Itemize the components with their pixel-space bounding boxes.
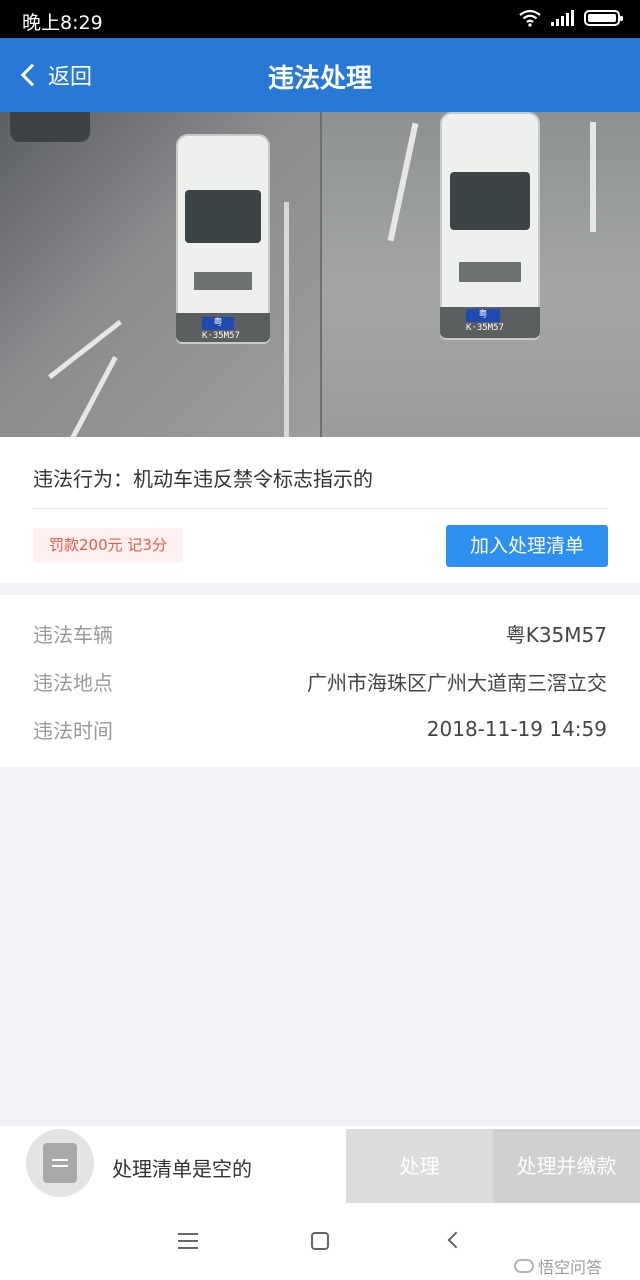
page-title: 违法处理 xyxy=(267,64,372,94)
fine-badge: 罚款200元 记3分 xyxy=(33,528,183,562)
status-time: 晚上8:29 xyxy=(22,12,103,34)
processing-list-icon[interactable] xyxy=(26,1129,94,1197)
battery-icon xyxy=(584,10,623,26)
van-image xyxy=(440,112,540,340)
detail-value: 广州市海珠区广州大道南三滘立交 xyxy=(307,670,607,695)
violation-photo-2[interactable]: 粤K·35M57 xyxy=(320,112,640,437)
status-bar: 晚上8:29 xyxy=(0,0,640,38)
detail-label: 违法时间 xyxy=(33,718,113,743)
detail-label: 违法车辆 xyxy=(33,622,113,647)
chat-bubble-icon xyxy=(514,1259,534,1273)
detail-value: 2018-11-19 14:59 xyxy=(426,717,607,741)
license-plate: 粤K·35M57 xyxy=(466,309,504,333)
watermark: 悟空问答 xyxy=(514,1254,602,1278)
watermark-text: 悟空问答 xyxy=(538,1258,603,1277)
status-icons xyxy=(519,9,623,27)
detail-row-location: 违法地点 广州市海珠区广州大道南三滘立交 xyxy=(33,666,607,696)
list-empty-text: 处理清单是空的 xyxy=(112,1157,252,1181)
detail-value: 粤K35M57 xyxy=(505,622,607,647)
signal-icon xyxy=(551,10,574,26)
van-image xyxy=(176,134,270,344)
process-button[interactable]: 处理 xyxy=(346,1129,493,1203)
detail-row-time: 违法时间 2018-11-19 14:59 xyxy=(33,714,607,744)
violation-behavior: 违法行为：机动车违反禁令标志指示的 xyxy=(33,467,373,491)
process-and-pay-button[interactable]: 处理并缴款 xyxy=(493,1129,640,1203)
menu-icon[interactable] xyxy=(178,1233,198,1249)
divider xyxy=(33,508,607,509)
home-icon[interactable] xyxy=(311,1232,329,1250)
license-plate: 粤K·35M57 xyxy=(202,317,240,341)
add-to-list-button[interactable]: 加入处理清单 xyxy=(446,525,608,567)
parked-car xyxy=(10,112,90,142)
wifi-icon xyxy=(519,9,541,27)
detail-label: 违法地点 xyxy=(33,670,113,695)
detail-row-vehicle: 违法车辆 粤K35M57 xyxy=(33,618,607,648)
app-header: 返回 违法处理 xyxy=(0,38,640,112)
violation-photo-carousel[interactable]: 粤K·35M57 粤K·35M57 xyxy=(0,112,640,531)
violation-photo-1[interactable]: 粤K·35M57 xyxy=(0,112,320,437)
